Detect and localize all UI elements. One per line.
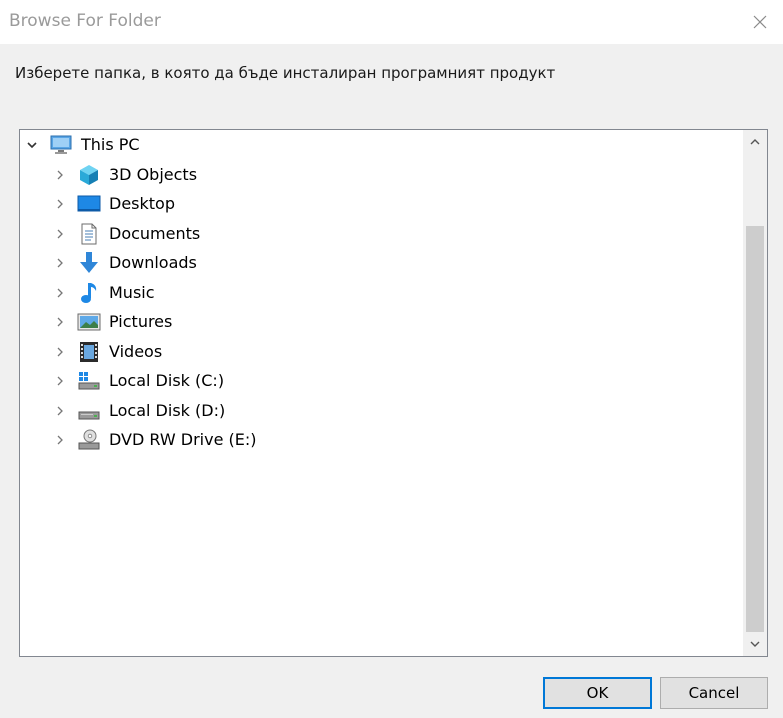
tree-item-videos[interactable]: Videos bbox=[20, 337, 720, 366]
folder-tree[interactable]: This PC 3D Objects Desktop Documents Dow… bbox=[19, 129, 768, 657]
tree-item-local-disk-c[interactable]: Local Disk (C:) bbox=[20, 366, 720, 395]
chevron-right-icon[interactable] bbox=[53, 197, 67, 211]
dvd-drive-icon bbox=[78, 429, 100, 450]
tree-item-label: 3D Objects bbox=[109, 165, 198, 184]
chevron-up-icon bbox=[750, 139, 760, 145]
cancel-button[interactable]: Cancel bbox=[660, 677, 768, 709]
chevron-right-icon[interactable] bbox=[53, 315, 67, 329]
chevron-right-icon[interactable] bbox=[53, 168, 67, 182]
chevron-right-icon[interactable] bbox=[53, 286, 67, 300]
chevron-right-icon[interactable] bbox=[53, 256, 67, 270]
computer-icon bbox=[50, 135, 72, 154]
chevron-right-icon[interactable] bbox=[53, 433, 67, 447]
chevron-down-icon bbox=[750, 641, 760, 647]
tree-item-label: DVD RW Drive (E:) bbox=[109, 430, 257, 449]
music-icon bbox=[81, 283, 97, 303]
title-bar: Browse For Folder bbox=[0, 0, 783, 44]
tree-item-label: Local Disk (D:) bbox=[109, 401, 226, 420]
chevron-down-icon[interactable] bbox=[25, 138, 39, 152]
tree-item-music[interactable]: Music bbox=[20, 278, 720, 307]
tree-item-label: Videos bbox=[109, 342, 163, 361]
chevron-right-icon[interactable] bbox=[53, 374, 67, 388]
close-icon bbox=[753, 15, 767, 29]
tree-item-dvd-drive-e[interactable]: DVD RW Drive (E:) bbox=[20, 425, 720, 454]
windows-drive-icon bbox=[78, 372, 100, 390]
tree-item-label: Downloads bbox=[109, 253, 197, 272]
tree-item-3d-objects[interactable]: 3D Objects bbox=[20, 160, 720, 189]
tree-item-this-pc[interactable]: This PC bbox=[20, 130, 720, 159]
desktop-icon bbox=[77, 195, 101, 212]
close-button[interactable] bbox=[737, 0, 783, 44]
instruction-text: Изберете папка, в която да бъде инсталир… bbox=[15, 64, 556, 82]
scroll-up-button[interactable] bbox=[743, 130, 767, 154]
tree-bottom-edge bbox=[21, 652, 191, 655]
scroll-thumb[interactable] bbox=[746, 226, 764, 632]
vertical-scrollbar[interactable] bbox=[743, 130, 767, 656]
scroll-down-button[interactable] bbox=[743, 632, 767, 656]
tree-item-label: Documents bbox=[109, 224, 201, 243]
tree-item-desktop[interactable]: Desktop bbox=[20, 189, 720, 218]
3d-objects-icon bbox=[80, 165, 98, 185]
tree-item-label: Pictures bbox=[109, 312, 173, 331]
chevron-right-icon[interactable] bbox=[53, 345, 67, 359]
chevron-right-icon[interactable] bbox=[53, 227, 67, 241]
drive-icon bbox=[78, 411, 100, 420]
tree-item-documents[interactable]: Documents bbox=[20, 219, 720, 248]
ok-button[interactable]: OK bbox=[543, 677, 652, 709]
tree-item-label: Music bbox=[109, 283, 155, 302]
pictures-icon bbox=[77, 313, 101, 331]
window-title: Browse For Folder bbox=[9, 11, 161, 31]
downloads-icon bbox=[80, 252, 98, 273]
tree-item-downloads[interactable]: Downloads bbox=[20, 248, 720, 277]
tree-item-local-disk-d[interactable]: Local Disk (D:) bbox=[20, 396, 720, 425]
tree-item-label: This PC bbox=[81, 135, 140, 154]
chevron-right-icon[interactable] bbox=[53, 404, 67, 418]
tree-item-pictures[interactable]: Pictures bbox=[20, 307, 720, 336]
documents-icon bbox=[81, 223, 97, 245]
videos-icon bbox=[80, 342, 98, 362]
tree-item-label: Desktop bbox=[109, 194, 175, 213]
tree-view[interactable]: This PC 3D Objects Desktop Documents Dow… bbox=[20, 130, 742, 656]
tree-item-label: Local Disk (C:) bbox=[109, 371, 225, 390]
